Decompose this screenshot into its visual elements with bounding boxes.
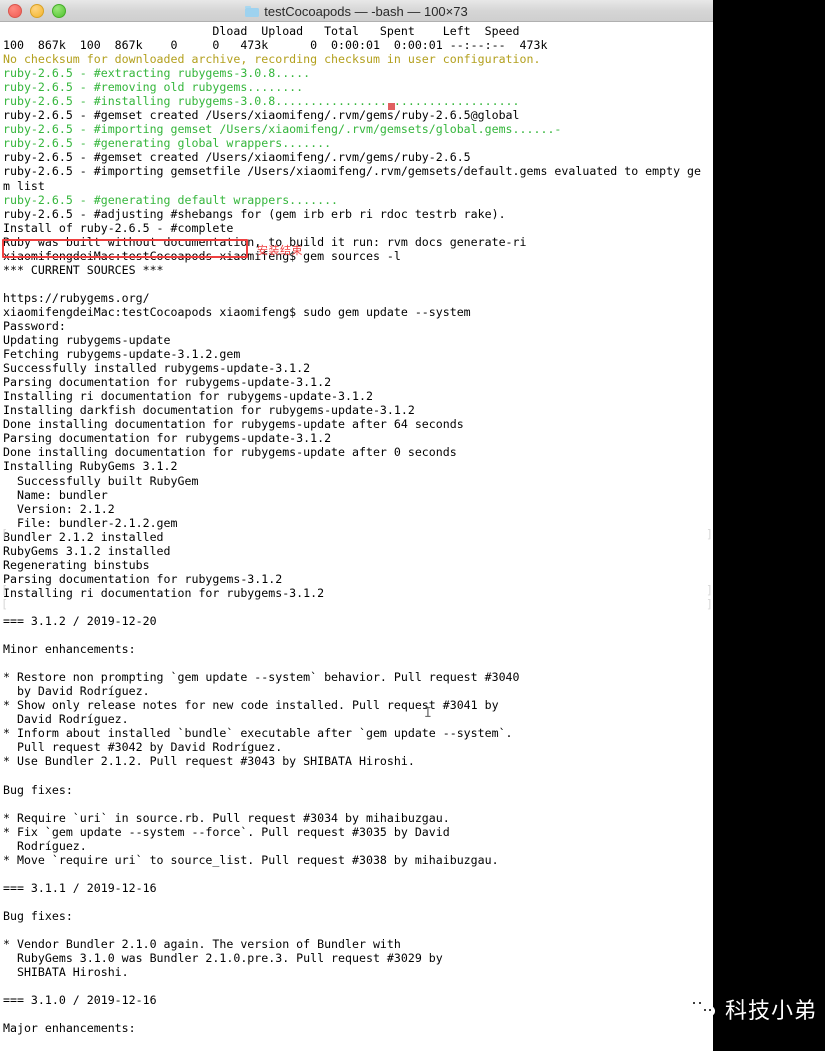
terminal-line: Pull request #3042 by David Rodríguez. bbox=[3, 740, 283, 755]
terminal-line: https://rubygems.org/ bbox=[3, 290, 150, 305]
terminal-line: * Move `require uri` to source_list. Pul… bbox=[3, 852, 499, 867]
terminal-line: Successfully installed rubygems-update-3… bbox=[3, 361, 311, 376]
terminal-line: * Require `uri` in source.rb. Pull reque… bbox=[3, 810, 450, 825]
terminal-line: Fetching rubygems-update-3.1.2.gem bbox=[3, 347, 241, 362]
terminal-line: * Show only release notes for new code i… bbox=[3, 698, 499, 713]
minimize-button[interactable] bbox=[30, 4, 44, 18]
terminal-line: === 3.1.1 / 2019-12-16 bbox=[3, 880, 157, 895]
terminal-line: ruby-2.6.5 - #importing gemset /Users/xi… bbox=[3, 122, 562, 137]
annotation-label: 安装结束 bbox=[257, 244, 303, 257]
terminal-line: RubyGems 3.1.0 was Bundler 2.1.0.pre.3. … bbox=[3, 951, 443, 966]
watermark-text: 科技小弟 bbox=[724, 999, 817, 1024]
text-ibeam-cursor: I bbox=[424, 706, 432, 721]
window-title: testCocoapods — -bash — 100×73 bbox=[264, 3, 468, 19]
terminal-line: *** CURRENT SOURCES *** bbox=[3, 262, 164, 277]
terminal-line: Major enhancements: bbox=[3, 1021, 136, 1036]
ghost-artifact: ] bbox=[706, 597, 713, 611]
ghost-artifact: [ bbox=[1, 527, 8, 541]
terminal-line: ruby-2.6.5 - #importing gemsetfile /User… bbox=[3, 164, 702, 179]
terminal-line: Parsing documentation for rubygems-3.1.2 bbox=[3, 571, 283, 586]
wechat-icon bbox=[687, 996, 718, 1022]
terminal-line: File: bundler-2.1.2.gem bbox=[3, 515, 178, 530]
terminal-line: Rodríguez. bbox=[3, 838, 87, 853]
terminal-line: Successfully built RubyGem bbox=[3, 473, 199, 488]
terminal-line: ruby-2.6.5 - #gemset created /Users/xiao… bbox=[3, 108, 520, 123]
terminal-line: Done installing documentation for rubyge… bbox=[3, 445, 457, 460]
terminal-line: No checksum for downloaded archive, reco… bbox=[3, 52, 541, 67]
terminal-line: * Vendor Bundler 2.1.0 again. The versio… bbox=[3, 937, 401, 952]
terminal-line: === 3.1.2 / 2019-12-20 bbox=[3, 613, 157, 628]
terminal-window[interactable]: testCocoapods — -bash — 100×73 Dload Upl… bbox=[0, 0, 713, 1051]
red-marker-artifact bbox=[388, 103, 395, 110]
close-button[interactable] bbox=[8, 4, 22, 18]
terminal-line: Regenerating binstubs bbox=[3, 557, 150, 572]
terminal-line: Minor enhancements: bbox=[3, 642, 136, 657]
terminal-line: ruby-2.6.5 - #gemset created /Users/xiao… bbox=[3, 150, 471, 165]
ghost-artifact: [ bbox=[1, 583, 8, 597]
terminal-line: xiaomifengdeiMac:testCocoapods xiaomifen… bbox=[3, 248, 401, 263]
terminal-line: ruby-2.6.5 - #adjusting #shebangs for (g… bbox=[3, 206, 506, 221]
terminal-line: Version: 2.1.2 bbox=[3, 501, 115, 516]
terminal-line: * Inform about installed `bundle` execut… bbox=[3, 726, 513, 741]
titlebar-center: testCocoapods — -bash — 100×73 bbox=[0, 0, 713, 22]
terminal-line: Dload Upload Total Spent Left Speed bbox=[3, 24, 520, 38]
terminal-output-area[interactable]: Dload Upload Total Spent Left Speed 100 8… bbox=[0, 22, 713, 1051]
terminal-line: * Fix `gem update --system --force`. Pul… bbox=[3, 824, 450, 839]
terminal-line: Bug fixes: bbox=[3, 908, 73, 923]
terminal-line: Bug fixes: bbox=[3, 782, 73, 797]
terminal-line: Installing ri documentation for rubygems… bbox=[3, 389, 373, 404]
terminal-line: ruby-2.6.5 - #extracting rubygems-3.0.8.… bbox=[3, 66, 311, 81]
terminal-line: Bundler 2.1.2 installed bbox=[3, 529, 164, 544]
ghost-artifact: ] bbox=[706, 527, 713, 541]
terminal-line: m list bbox=[3, 178, 45, 193]
terminal-line: by David Rodríguez. bbox=[3, 684, 150, 699]
terminal-line: Password: bbox=[3, 318, 66, 333]
terminal-line: Done installing documentation for rubyge… bbox=[3, 417, 464, 432]
terminal-line: Installing RubyGems 3.1.2 bbox=[3, 459, 178, 474]
window-titlebar[interactable]: testCocoapods — -bash — 100×73 bbox=[0, 0, 713, 22]
terminal-line: RubyGems 3.1.2 installed bbox=[3, 543, 171, 558]
terminal-line: ruby-2.6.5 - #generating default wrapper… bbox=[3, 192, 339, 207]
terminal-line: ruby-2.6.5 - #generating global wrappers… bbox=[3, 136, 332, 151]
watermark: 科技小弟 bbox=[687, 993, 817, 1025]
traffic-light-group bbox=[8, 0, 66, 22]
terminal-line: === 3.1.0 / 2019-12-16 bbox=[3, 993, 157, 1008]
ghost-artifact: [ bbox=[1, 597, 8, 611]
terminal-line: Installing darkfish documentation for ru… bbox=[3, 403, 415, 418]
terminal-line: Updating rubygems-update bbox=[3, 333, 171, 348]
terminal-line: Installing ri documentation for rubygems… bbox=[3, 585, 325, 600]
ghost-artifact: ] bbox=[706, 583, 713, 597]
terminal-line: Ruby was built without documentation, to… bbox=[3, 234, 527, 249]
terminal-line: * Use Bundler 2.1.2. Pull request #3043 … bbox=[3, 754, 415, 769]
folder-icon bbox=[245, 5, 260, 17]
terminal-line: * Restore non prompting `gem update --sy… bbox=[3, 670, 520, 685]
terminal-line: 100 867k 100 867k 0 0 473k 0 0:00:01 0:0… bbox=[3, 38, 548, 53]
terminal-line: xiaomifengdeiMac:testCocoapods xiaomifen… bbox=[3, 304, 471, 319]
terminal-line: Parsing documentation for rubygems-updat… bbox=[3, 431, 332, 446]
terminal-line: ruby-2.6.5 - #removing old rubygems.....… bbox=[3, 80, 304, 95]
terminal-text: Dload Upload Total Spent Left Speed 100 8… bbox=[3, 24, 701, 1035]
terminal-line: SHIBATA Hiroshi. bbox=[3, 965, 129, 980]
terminal-line: Parsing documentation for rubygems-updat… bbox=[3, 375, 332, 390]
terminal-line: Install of ruby-2.6.5 - #complete bbox=[3, 220, 234, 235]
terminal-line: Name: bundler bbox=[3, 487, 108, 502]
maximize-button[interactable] bbox=[52, 4, 66, 18]
terminal-line: David Rodríguez. bbox=[3, 712, 129, 727]
terminal-line: ruby-2.6.5 - #installing rubygems-3.0.8.… bbox=[3, 94, 520, 109]
